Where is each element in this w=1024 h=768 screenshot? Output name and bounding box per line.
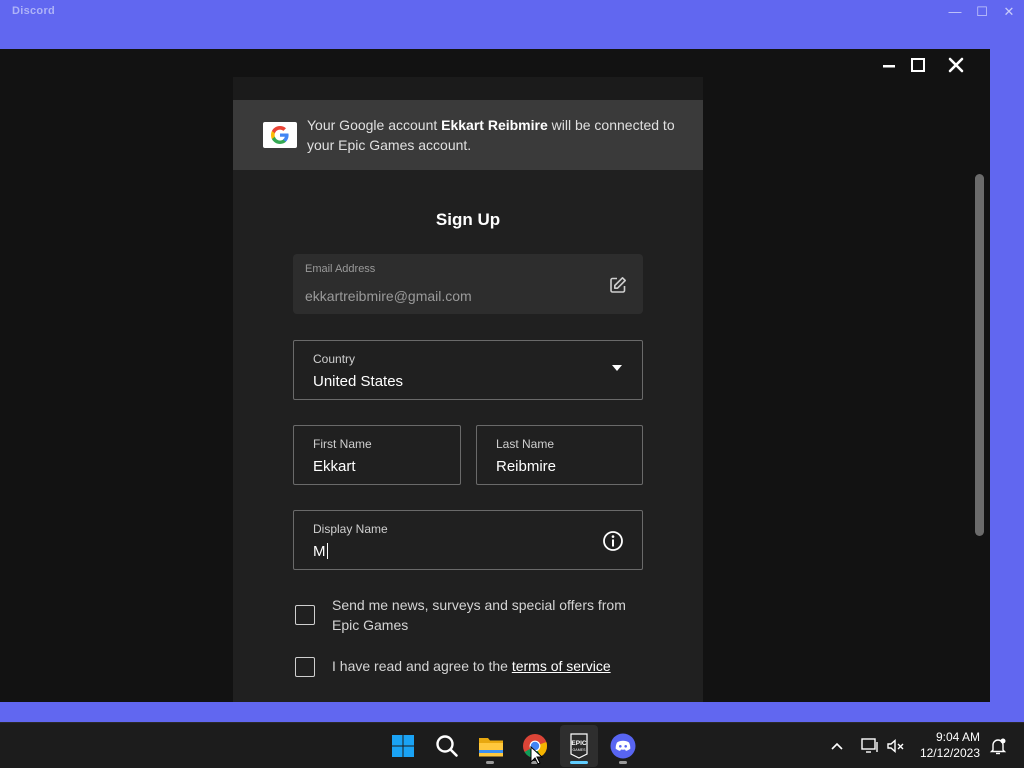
country-value: United States (313, 373, 404, 390)
google-connect-banner: Your Google account Ekkart Reibmire will… (233, 100, 703, 170)
terms-of-service-link[interactable]: terms of service (512, 658, 611, 674)
chevron-up-icon[interactable] (829, 738, 845, 754)
epic-games-icon[interactable]: EPIC GAMES (564, 731, 594, 761)
text-cursor (326, 543, 328, 559)
taskbar: EPIC GAMES 9:04 AM 12/12/2023 (0, 722, 1024, 768)
google-account-name: Ekkart Reibmire (441, 117, 548, 133)
google-logo-icon (263, 122, 297, 148)
volume-muted-icon[interactable] (886, 736, 906, 756)
tos-checkbox[interactable] (295, 657, 315, 677)
tos-checkbox-label: I have read and agree to the terms of se… (332, 658, 611, 674)
news-checkbox-label: Send me news, surveys and special offers… (332, 597, 626, 633)
network-icon[interactable] (860, 736, 880, 756)
country-select[interactable]: Country United States (293, 340, 643, 400)
clock-time[interactable]: 9:04 AM (910, 730, 980, 744)
country-label: Country (313, 352, 356, 366)
email-label: Email Address (305, 263, 376, 275)
first-name-field[interactable]: First Name Ekkart (293, 425, 461, 485)
discord-indicator (619, 761, 627, 764)
display-name-field[interactable]: Display Name M (293, 510, 643, 570)
page-title: Sign Up (435, 210, 501, 229)
svg-text:EPIC: EPIC (571, 740, 586, 747)
signup-panel: Your Google account Ekkart Reibmire will… (233, 77, 703, 702)
epic-games-window: Your Google account Ekkart Reibmire will… (0, 49, 990, 702)
svg-text:GAMES: GAMES (573, 748, 587, 752)
first-name-value: Ekkart (313, 458, 356, 475)
discord-maximize-button[interactable]: ☐ (973, 3, 991, 21)
chevron-down-icon (612, 365, 622, 371)
discord-minimize-button[interactable]: — (946, 3, 964, 21)
start-icon[interactable] (388, 731, 418, 761)
epic-maximize-button[interactable] (907, 55, 929, 77)
file-explorer-indicator (486, 761, 494, 764)
discord-icon[interactable] (608, 731, 638, 761)
mouse-cursor (530, 746, 544, 765)
discord-title: Discord (12, 5, 56, 17)
notification-bell-icon[interactable] (988, 736, 1008, 756)
epic-close-button[interactable] (945, 55, 967, 77)
clock-date[interactable]: 12/12/2023 (910, 746, 980, 760)
file-explorer-icon[interactable] (476, 731, 506, 761)
scrollbar-thumb[interactable] (975, 174, 984, 536)
epic-minimize-button[interactable] (878, 55, 900, 77)
news-checkbox[interactable] (295, 605, 315, 625)
epic-games-indicator (570, 761, 588, 764)
discord-close-button[interactable]: ✕ (1000, 3, 1018, 21)
first-name-label: First Name (313, 437, 372, 451)
last-name-field[interactable]: Last Name Reibmire (476, 425, 643, 485)
discord-titlebar[interactable]: Discord — ☐ ✕ (0, 0, 1024, 24)
last-name-label: Last Name (496, 437, 555, 451)
google-connect-text: Your Google account Ekkart Reibmire will… (307, 117, 675, 153)
panel-header-strip (233, 77, 703, 100)
last-name-value: Reibmire (496, 458, 557, 475)
info-icon[interactable] (602, 530, 624, 552)
edit-icon[interactable] (609, 276, 627, 294)
email-field: Email Address ekkartreibmire@gmail.com (293, 254, 643, 314)
display-name-input[interactable]: M (313, 543, 328, 560)
email-value: ekkartreibmire@gmail.com (305, 288, 472, 304)
display-name-label: Display Name (313, 522, 388, 536)
search-icon[interactable] (432, 731, 462, 761)
